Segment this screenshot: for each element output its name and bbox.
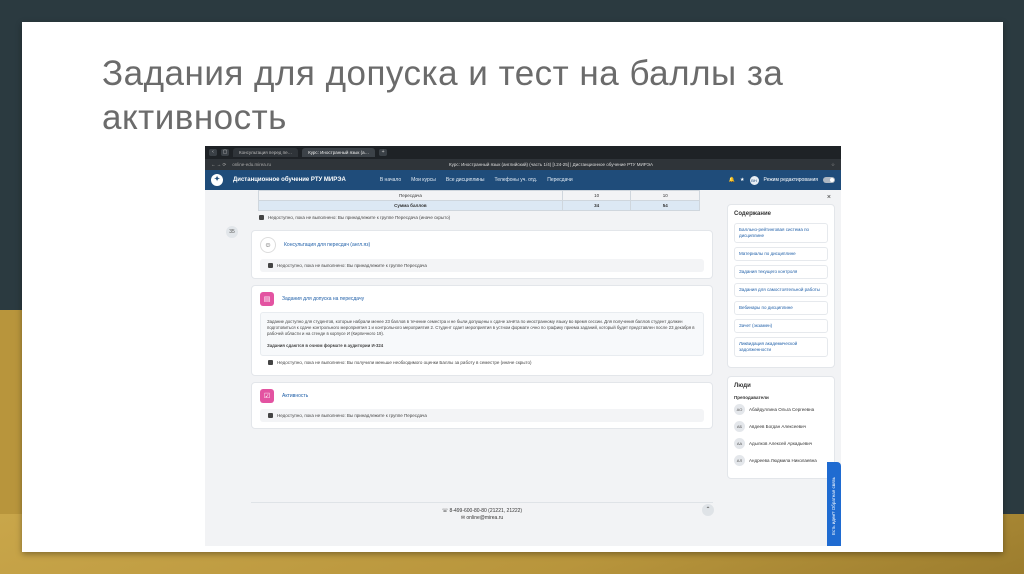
right-sidebar: × Содержание Балльно-рейтинговая система… [727, 194, 835, 479]
course-index-button[interactable]: 35 [226, 226, 238, 238]
table-row: Сумма баллов 34 54 [258, 200, 700, 211]
edit-mode-label: Режим редактирования [763, 177, 819, 183]
slide-title: Задания для допуска и тест на баллы за а… [102, 54, 784, 137]
back-icon[interactable]: ‹ [209, 149, 217, 156]
restriction-note: Недоступно, пока не выполнено: Вы получи… [260, 356, 704, 369]
address-bar: ← → ⟳ online-edu.mirea.ru Курс: Иностран… [205, 159, 841, 170]
nav-arrows-icon[interactable]: ← → ⟳ [211, 162, 226, 168]
app-header: ✦ Дистанционное обучение РТУ МИРЭА В нач… [205, 170, 841, 190]
logo-icon[interactable]: ✦ [211, 174, 223, 186]
brand-name[interactable]: Дистанционное обучение РТУ МИРЭА [233, 177, 346, 183]
person-name: Адылков Алексей Аркадьевич [749, 440, 813, 446]
assignment-icon: ▤ [260, 292, 274, 306]
scores-table: Пересдача 10 10 Сумма баллов 34 54 [258, 190, 700, 211]
table-cell: 34 [561, 200, 632, 211]
activity-card-consult: ☺ Консультация для пересдач (англ.яз) Не… [251, 230, 713, 279]
toc-item[interactable]: Материалы по дисциплине [734, 247, 828, 261]
lock-icon [268, 413, 273, 418]
role-label: Преподаватели [734, 395, 769, 400]
assignment-description: Задание доступно для студентов, которые … [260, 312, 704, 356]
nav-my-courses[interactable]: Мои курсы [411, 177, 436, 183]
activity-link[interactable]: Активность [282, 393, 308, 399]
star-icon[interactable]: ☆ [831, 162, 835, 168]
description-text: Задание доступно для студентов, которые … [267, 319, 695, 336]
consult-link[interactable]: Консультация для пересдач (англ.яз) [284, 242, 370, 248]
embedded-screenshot: ‹ ▢ Консультация перед пе… Курс: Иностра… [205, 146, 841, 546]
nav-phones[interactable]: Телефоны уч. отд. [495, 177, 538, 183]
browser-tab-active[interactable]: Курс: Иностранный язык (а… [302, 148, 376, 157]
restriction-note: Недоступно, пока не выполнено: Вы принад… [260, 259, 704, 272]
avatar: АЛ [734, 455, 745, 466]
nav-retakes[interactable]: Пересдачи [547, 177, 572, 183]
feedback-tab[interactable]: Есть идеи? Обратная связь [827, 462, 841, 546]
restriction-text: Недоступно, пока не выполнено: Вы принад… [277, 413, 427, 418]
table-cell: 54 [630, 200, 700, 211]
table-row: Пересдача 10 10 [258, 190, 700, 201]
contents-panel: Содержание Балльно-рейтинговая система п… [727, 204, 835, 368]
contents-title: Содержание [734, 211, 771, 217]
toc-item[interactable]: Вебинары по дисциплине [734, 301, 828, 315]
toc-item[interactable]: Зачет (экзамен) [734, 319, 828, 333]
avatar: АА [734, 438, 745, 449]
nav-home[interactable]: В начало [380, 177, 401, 183]
assign-link[interactable]: Задания для допуска на пересдачу [282, 296, 364, 302]
notification-icon[interactable]: 🔔 [729, 177, 735, 183]
footer-phone: 8-499-600-80-80 (21221, 21222) [449, 508, 523, 514]
lock-icon [268, 263, 273, 268]
main-column: Пересдача 10 10 Сумма баллов 34 54 Недос… [251, 190, 713, 429]
people-title: Люди [734, 383, 751, 389]
header-right: 🔔 ★ ВН Режим редактирования [729, 175, 835, 185]
people-panel: Люди Преподаватели АО Абайдуллина Ольга … [727, 376, 835, 479]
quiz-icon: ☑ [260, 389, 274, 403]
chat-icon: ☺ [260, 237, 276, 253]
toc-item[interactable]: Балльно-рейтинговая система по дисциплин… [734, 223, 828, 243]
restriction-text: Недоступно, пока не выполнено: Вы принад… [268, 215, 451, 220]
footer-divider [251, 502, 713, 503]
restriction-note: Недоступно, пока не выполнено: Вы принад… [260, 409, 704, 422]
slide: Задания для допуска и тест на баллы за а… [22, 22, 1003, 552]
page-title-text: Курс: Иностранный язык (английский) (час… [449, 162, 653, 167]
url-field[interactable]: online-edu.mirea.ru [232, 162, 271, 167]
person-item[interactable]: АА Адылков Алексей Аркадьевич [734, 438, 828, 449]
table-cell: Сумма баллов [258, 200, 563, 211]
activity-card-activity: ☑ Активность Недоступно, пока не выполне… [251, 382, 713, 429]
footer: ☏ 8-499-600-80-80 (21221, 21222) ✉ onlin… [251, 508, 713, 522]
restriction-note: Недоступно, пока не выполнено: Вы принад… [251, 211, 713, 224]
close-icon[interactable]: × [827, 194, 831, 201]
restriction-text: Недоступно, пока не выполнено: Вы принад… [277, 263, 427, 268]
person-name: Андреева Людмила Николаевна [749, 457, 817, 463]
person-name: Авдеев Богдан Алексеевич [749, 423, 807, 429]
nav-all-disciplines[interactable]: Все дисциплины [446, 177, 485, 183]
toc-item[interactable]: Ликвидация академической задолженности [734, 337, 828, 357]
restriction-text: Недоступно, пока не выполнено: Вы получи… [277, 360, 532, 365]
toc-item[interactable]: Задания текущего контроля [734, 265, 828, 279]
person-item[interactable]: АО Абайдуллина Ольга Сергеевна [734, 404, 828, 415]
phone-icon: ☏ [441, 508, 450, 514]
scroll-top-button[interactable]: ⌃ [702, 504, 714, 516]
footer-email[interactable]: online@mirea.ru [466, 515, 503, 521]
content-area: 35 Пересдача 10 10 Сумма баллов 34 54 Не… [205, 190, 841, 546]
person-item[interactable]: АЛ Андреева Людмила Николаевна [734, 455, 828, 466]
favorite-icon[interactable]: ★ [740, 177, 744, 183]
avatar: АО [734, 404, 745, 415]
avatar[interactable]: ВН [749, 175, 759, 185]
table-cell: 10 [630, 190, 700, 201]
description-bold: Задания сдаются в очном формате в аудито… [267, 343, 384, 348]
table-cell: 10 [561, 190, 632, 201]
person-name: Абайдуллина Ольга Сергеевна [749, 406, 815, 412]
person-item[interactable]: АБ Авдеев Богдан Алексеевич [734, 421, 828, 432]
lock-icon [268, 360, 273, 365]
avatar: АБ [734, 421, 745, 432]
sidebar-icon[interactable]: ▢ [221, 149, 229, 156]
table-cell: Пересдача [258, 190, 563, 201]
lock-icon [259, 215, 264, 220]
browser-tab[interactable]: Консультация перед пе… [233, 148, 299, 157]
toc-item[interactable]: Задания для самостоятельной работы [734, 283, 828, 297]
browser-tabbar: ‹ ▢ Консультация перед пе… Курс: Иностра… [205, 146, 841, 159]
edit-mode-toggle[interactable] [823, 177, 835, 183]
new-tab-icon[interactable]: + [379, 149, 388, 156]
activity-card-assign: ▤ Задания для допуска на пересдачу Задан… [251, 285, 713, 376]
